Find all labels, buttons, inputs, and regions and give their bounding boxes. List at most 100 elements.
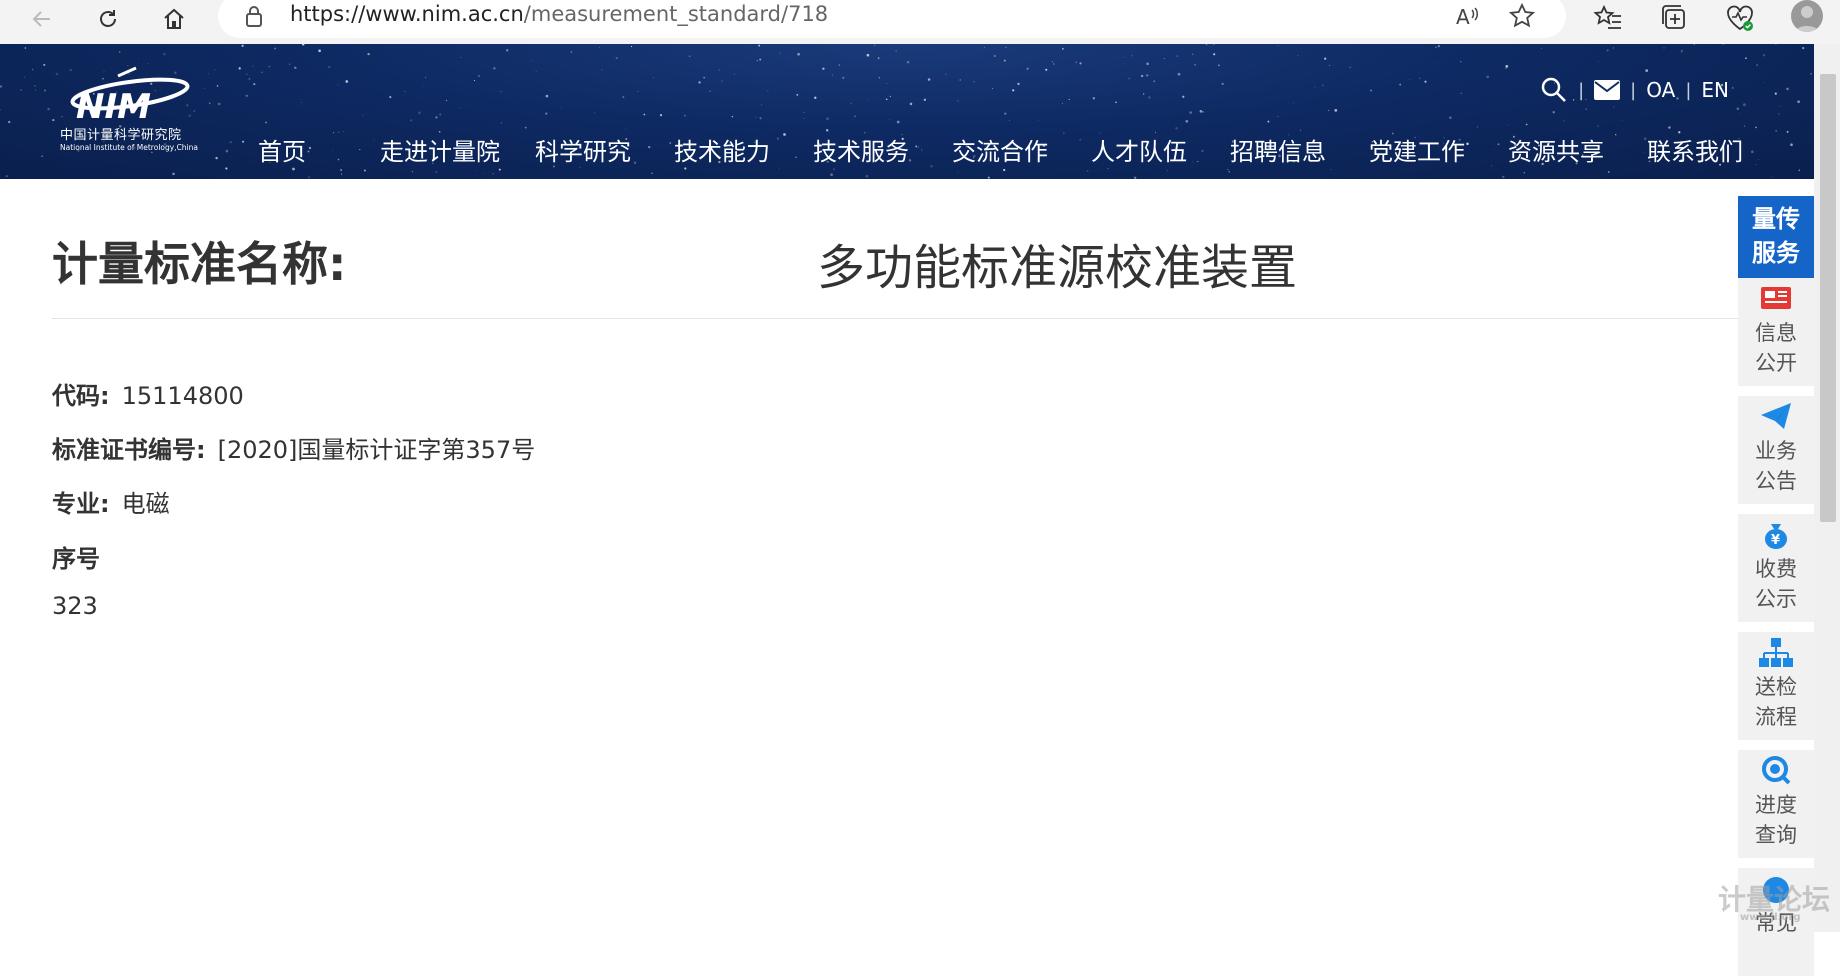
star	[300, 102, 302, 104]
star	[449, 108, 451, 110]
star	[570, 50, 573, 53]
sequence-label: 序号	[52, 545, 100, 573]
star	[23, 76, 25, 78]
separator: |	[1685, 79, 1692, 101]
sidebar-item-label: 送检	[1755, 675, 1797, 699]
sidebar-item-announcement[interactable]: 业务 公告	[1738, 396, 1814, 504]
star	[803, 117, 805, 119]
sidebar-heading[interactable]: 量传 服务	[1738, 196, 1814, 278]
star	[305, 48, 307, 50]
home-button[interactable]	[156, 4, 192, 34]
browser-essentials-icon[interactable]	[1724, 2, 1756, 34]
profile-avatar[interactable]	[1791, 0, 1823, 32]
star	[445, 99, 448, 102]
site-header: NIM 中国计量科学研究院 National Institute of Metr…	[0, 44, 1814, 179]
collections-icon[interactable]	[1658, 2, 1690, 34]
star	[1026, 67, 1029, 70]
star	[41, 155, 43, 157]
star	[1068, 98, 1070, 101]
star	[1399, 83, 1402, 86]
nav-contact[interactable]: 联系我们	[1647, 132, 1743, 167]
star	[216, 85, 219, 87]
star	[1146, 74, 1149, 77]
search-icon[interactable]	[1540, 76, 1568, 104]
nav-home[interactable]: 首页	[258, 132, 380, 167]
star	[1175, 127, 1178, 130]
favorite-star-icon[interactable]	[1508, 2, 1536, 30]
star	[622, 96, 625, 99]
nav-services[interactable]: 技术服务	[813, 132, 952, 167]
star	[796, 94, 799, 96]
star	[1297, 54, 1299, 56]
star	[1107, 168, 1109, 170]
sidebar-heading-line1: 量传	[1752, 205, 1800, 233]
star	[245, 73, 248, 75]
logo-chinese-name: 中国计量科学研究院	[60, 128, 182, 143]
sidebar-item-label: 流程	[1755, 705, 1797, 729]
star	[1153, 80, 1155, 82]
read-aloud-icon[interactable]: A	[1454, 2, 1482, 30]
sidebar-item-process[interactable]: 送检 流程	[1738, 632, 1814, 740]
reload-button[interactable]	[90, 4, 126, 34]
star	[261, 71, 263, 74]
certificate-field: 标准证书编号: [2020]国量标计证字第357号	[52, 430, 535, 465]
certificate-label: 标准证书编号:	[52, 436, 206, 464]
star	[703, 77, 705, 79]
back-arrow-icon	[32, 11, 50, 27]
nav-about[interactable]: 走进计量院	[380, 132, 535, 167]
star	[1045, 68, 1048, 71]
star	[1758, 159, 1759, 160]
person-icon	[1795, 6, 1819, 32]
star	[906, 60, 910, 64]
sidebar-item-info[interactable]: 信息 公开	[1738, 278, 1814, 386]
scrollbar-thumb[interactable]	[1820, 74, 1836, 522]
sidebar-item-progress[interactable]: 进度 查询	[1738, 750, 1814, 858]
star	[1012, 89, 1015, 92]
star	[822, 67, 825, 70]
nav-talent[interactable]: 人才队伍	[1091, 132, 1230, 167]
sidebar-item-fees[interactable]: ¥ 收费 公示	[1738, 514, 1814, 622]
star	[1767, 67, 1769, 69]
nav-party[interactable]: 党建工作	[1369, 132, 1508, 167]
star	[1797, 100, 1800, 104]
nav-cooperation[interactable]: 交流合作	[952, 132, 1091, 167]
star	[579, 167, 581, 169]
english-link[interactable]: EN	[1701, 78, 1729, 102]
star	[208, 73, 209, 75]
nim-emblem-icon: NIM	[70, 66, 190, 127]
star	[1755, 126, 1757, 129]
star	[826, 117, 829, 120]
star	[1424, 80, 1427, 83]
mail-icon[interactable]	[1594, 80, 1621, 100]
star	[1621, 120, 1623, 122]
page-scrollbar[interactable]	[1814, 44, 1840, 932]
oa-link[interactable]: OA	[1646, 78, 1675, 102]
favorites-list-icon[interactable]	[1592, 2, 1624, 34]
star	[533, 178, 535, 179]
star	[435, 116, 438, 119]
star	[362, 114, 364, 116]
nav-research[interactable]: 科学研究	[535, 132, 674, 167]
star	[698, 81, 701, 84]
back-button[interactable]	[24, 4, 60, 34]
star	[1419, 77, 1421, 79]
star	[43, 63, 46, 66]
nim-logo[interactable]: NIM 中国计量科学研究院 National Institute of Metr…	[58, 66, 208, 166]
main-nav: 首页 走进计量院 科学研究 技术能力 技术服务 交流合作 人才队伍 招聘信息 党…	[258, 132, 1743, 167]
star	[756, 60, 758, 62]
star	[498, 168, 501, 171]
star	[367, 52, 370, 56]
nav-capability[interactable]: 技术能力	[674, 132, 813, 167]
star	[1771, 176, 1773, 178]
nav-recruitment[interactable]: 招聘信息	[1230, 132, 1369, 167]
star	[389, 96, 392, 99]
star	[1775, 44, 1777, 46]
star	[163, 52, 166, 56]
star	[878, 77, 881, 79]
star	[797, 52, 800, 56]
address-bar[interactable]: https://www.nim.ac.cn/measurement_standa…	[218, 0, 1566, 38]
nav-resources[interactable]: 资源共享	[1508, 132, 1647, 167]
star	[1079, 62, 1082, 65]
star	[850, 102, 852, 105]
star	[1277, 115, 1279, 117]
